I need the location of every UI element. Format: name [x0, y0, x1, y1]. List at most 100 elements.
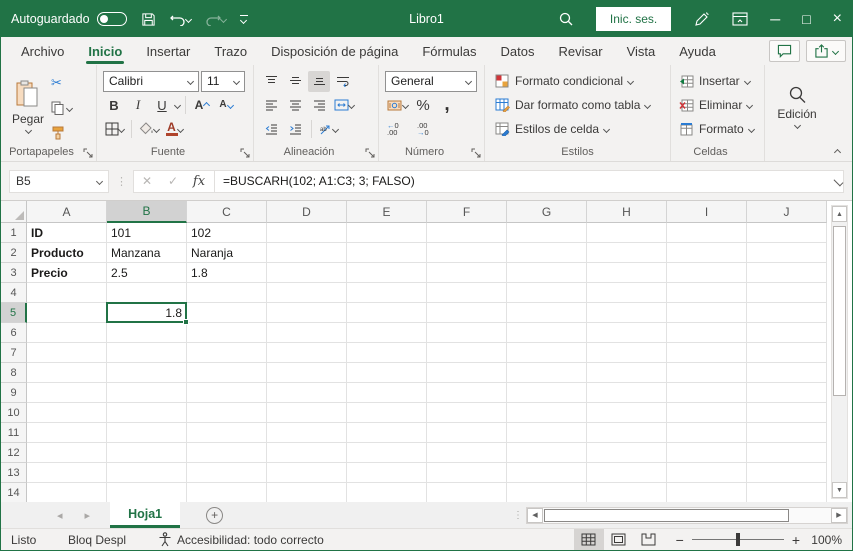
align-left-button[interactable]: [260, 95, 282, 116]
format-as-table-button[interactable]: Dar formato como tabla: [495, 93, 666, 117]
view-page-layout-button[interactable]: [604, 529, 634, 550]
row-header-11[interactable]: 11: [1, 423, 27, 443]
shrink-font-button[interactable]: A: [215, 95, 237, 116]
cell-A5[interactable]: [27, 303, 107, 323]
cell-B6[interactable]: [107, 323, 187, 343]
cell-G6[interactable]: [507, 323, 587, 343]
cell-B11[interactable]: [107, 423, 187, 443]
cell-G2[interactable]: [507, 243, 587, 263]
cell-C7[interactable]: [187, 343, 267, 363]
borders-button[interactable]: [103, 119, 126, 140]
cell-D4[interactable]: [267, 283, 347, 303]
cell-D6[interactable]: [267, 323, 347, 343]
column-header-C[interactable]: C: [187, 201, 267, 223]
column-header-E[interactable]: E: [347, 201, 427, 223]
cell-D11[interactable]: [267, 423, 347, 443]
tab-ayuda[interactable]: Ayuda: [667, 37, 728, 65]
insert-cells-button[interactable]: Insertar: [679, 69, 760, 93]
cell-B10[interactable]: [107, 403, 187, 423]
cell-F1[interactable]: [427, 223, 507, 243]
cell-J8[interactable]: [747, 363, 827, 383]
cell-J11[interactable]: [747, 423, 827, 443]
cell-D7[interactable]: [267, 343, 347, 363]
wrap-text-button[interactable]: [332, 71, 354, 92]
editing-button[interactable]: Edición: [771, 69, 823, 143]
cell-C3[interactable]: 1.8: [187, 263, 267, 283]
tab-datos[interactable]: Datos: [489, 37, 547, 65]
cell-C12[interactable]: [187, 443, 267, 463]
font-name-select[interactable]: Calibri: [103, 70, 199, 92]
horizontal-scrollbar[interactable]: ◀ ▶: [526, 506, 848, 524]
row-header-13[interactable]: 13: [1, 463, 27, 483]
ribbon-display-options-button[interactable]: [732, 12, 748, 26]
cell-styles-button[interactable]: Estilos de celda: [495, 117, 666, 141]
increase-decimal-button[interactable]: ←0.00: [385, 119, 407, 140]
cell-H11[interactable]: [587, 423, 667, 443]
cell-D5[interactable]: [267, 303, 347, 323]
cell-I12[interactable]: [667, 443, 747, 463]
cell-E14[interactable]: [347, 483, 427, 502]
enter-button[interactable]: ✓: [160, 174, 186, 188]
copy-button[interactable]: [49, 98, 74, 118]
cell-G8[interactable]: [507, 363, 587, 383]
cell-B3[interactable]: 2.5: [107, 263, 187, 283]
scroll-right-icon[interactable]: ▶: [831, 507, 847, 523]
format-painter-button[interactable]: [49, 123, 74, 143]
increase-indent-button[interactable]: [284, 119, 306, 140]
row-header-4[interactable]: 4: [1, 283, 27, 303]
view-normal-button[interactable]: [573, 529, 604, 550]
cell-I7[interactable]: [667, 343, 747, 363]
cell-G3[interactable]: [507, 263, 587, 283]
cell-B7[interactable]: [107, 343, 187, 363]
cell-B9[interactable]: [107, 383, 187, 403]
row-header-10[interactable]: 10: [1, 403, 27, 423]
cut-button[interactable]: ✂: [49, 73, 74, 93]
zoom-slider-handle[interactable]: [735, 533, 740, 546]
tab-archivo[interactable]: Archivo: [9, 37, 76, 65]
cell-B2[interactable]: Manzana: [107, 243, 187, 263]
row-header-14[interactable]: 14: [1, 483, 27, 502]
autosave-toggle[interactable]: Autoguardado: [11, 12, 127, 26]
cell-C11[interactable]: [187, 423, 267, 443]
cell-G12[interactable]: [507, 443, 587, 463]
orientation-button[interactable]: ab: [317, 119, 340, 140]
cell-H14[interactable]: [587, 483, 667, 502]
column-header-F[interactable]: F: [427, 201, 507, 223]
cell-H13[interactable]: [587, 463, 667, 483]
cell-I1[interactable]: [667, 223, 747, 243]
quick-access-customize-button[interactable]: [239, 15, 248, 25]
cell-C10[interactable]: [187, 403, 267, 423]
scroll-up-icon[interactable]: ▲: [832, 206, 847, 222]
cell-D8[interactable]: [267, 363, 347, 383]
cell-J1[interactable]: [747, 223, 827, 243]
cell-F9[interactable]: [427, 383, 507, 403]
accounting-format-button[interactable]: [385, 95, 410, 116]
cell-A4[interactable]: [27, 283, 107, 303]
cell-A10[interactable]: [27, 403, 107, 423]
cell-H2[interactable]: [587, 243, 667, 263]
zoom-slider[interactable]: [691, 533, 784, 546]
add-sheet-button[interactable]: +: [180, 502, 249, 528]
accessibility-status[interactable]: Accesibilidad: todo correcto: [158, 532, 324, 547]
cell-G10[interactable]: [507, 403, 587, 423]
cell-H10[interactable]: [587, 403, 667, 423]
column-header-H[interactable]: H: [587, 201, 667, 223]
scroll-left-icon[interactable]: ◀: [527, 507, 543, 523]
delete-cells-button[interactable]: Eliminar: [679, 93, 760, 117]
cell-A2[interactable]: Producto: [27, 243, 107, 263]
cell-J6[interactable]: [747, 323, 827, 343]
cell-C13[interactable]: [187, 463, 267, 483]
row-header-8[interactable]: 8: [1, 363, 27, 383]
decrease-decimal-button[interactable]: .00 →0: [415, 119, 437, 140]
cell-A11[interactable]: [27, 423, 107, 443]
column-header-I[interactable]: I: [667, 201, 747, 223]
cell-J9[interactable]: [747, 383, 827, 403]
cell-A9[interactable]: [27, 383, 107, 403]
align-bottom-button[interactable]: [308, 70, 330, 92]
cell-G1[interactable]: [507, 223, 587, 243]
zoom-level[interactable]: 100%: [810, 533, 852, 547]
bold-button[interactable]: B: [103, 95, 125, 116]
cell-C6[interactable]: [187, 323, 267, 343]
align-middle-button[interactable]: [284, 71, 306, 92]
cell-A6[interactable]: [27, 323, 107, 343]
